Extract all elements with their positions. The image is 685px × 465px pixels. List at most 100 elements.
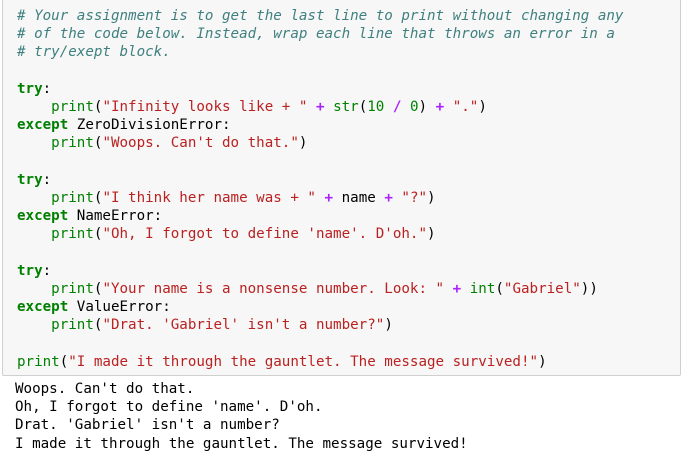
code-token: "?" — [401, 189, 428, 206]
output-line: Drat. 'Gabriel' isn't a number? — [15, 417, 280, 434]
code-line: # try/exept block. — [17, 43, 623, 61]
code-line: print("Drat. 'Gabriel' isn't a number?") — [17, 316, 623, 334]
code-token: "I think her name was + " — [102, 189, 316, 206]
code-token: )) — [580, 280, 598, 297]
code-token: try — [17, 80, 43, 97]
code-token: ) — [478, 98, 487, 115]
code-token: ) — [418, 98, 436, 115]
code-token: print — [17, 353, 60, 370]
code-line: print("I think her name was + " + name +… — [17, 189, 623, 207]
code-line: try: — [17, 171, 623, 189]
code-token: + — [384, 189, 393, 206]
code-token: print — [51, 135, 94, 152]
code-token: : — [42, 171, 52, 188]
code-editor[interactable]: # Your assignment is to get the last lin… — [17, 7, 623, 371]
code-token: ( — [358, 98, 368, 115]
code-token: 10 — [367, 98, 385, 115]
code-token: print — [51, 317, 94, 334]
cell-output: Woops. Can't do that. Oh, I forgot to def… — [15, 380, 468, 453]
code-line: print ( "Your name is a nonsense number. L… — [17, 280, 623, 298]
code-token: # of the code below. Instead, wrap each … — [17, 26, 615, 43]
code-line: print("Woops. Can't do that.") — [17, 134, 623, 152]
code-token: "Oh, I forgot to define 'name'. D'oh." — [102, 226, 428, 243]
code-token: except — [17, 208, 69, 225]
code-token: + — [435, 98, 445, 115]
code-token: "." — [452, 98, 479, 115]
code-token: + — [315, 98, 325, 115]
code-token: "Your name is a nonsense number. Look: " — [102, 280, 445, 297]
code-token: ) — [298, 135, 308, 152]
code-token: print — [51, 189, 94, 206]
code-line: except ValueError: — [17, 298, 623, 316]
code-token: try — [17, 171, 43, 188]
code-token: + — [452, 280, 462, 297]
output-line: Woops. Can't do that. — [15, 381, 195, 397]
code-line: try: — [17, 80, 623, 98]
code-token: ValueError — [76, 299, 163, 315]
code-token: # Your assignment is to get the last lin… — [17, 8, 624, 24]
code-token: : — [162, 299, 171, 315]
code-token: ZeroDivisionError — [76, 117, 223, 134]
code-line: print("Infinity looks like + " + str(10 … — [17, 98, 623, 116]
code-line: except NameError: — [17, 207, 623, 225]
code-token: : — [42, 262, 52, 279]
code-token: "Gabriel" — [503, 280, 581, 297]
code-token: try — [17, 262, 43, 279]
code-token: except — [17, 299, 69, 315]
output-line: I made it through the gauntlet. The mess… — [15, 435, 468, 452]
code-token: int — [469, 280, 496, 297]
code-token: print — [51, 226, 94, 243]
code-token: ) — [384, 317, 393, 334]
code-token: # try/exept block. — [17, 44, 171, 61]
code-input-cell[interactable]: # Your assignment is to get the last lin… — [2, 0, 681, 376]
code-token: 0 — [409, 98, 419, 115]
code-line: print("Oh, I forgot to define 'name'. D'… — [17, 225, 623, 243]
code-token: : — [153, 208, 163, 225]
code-line: try: — [17, 262, 623, 280]
code-token: "I made it through the gauntlet. The mes… — [68, 353, 539, 370]
code-line: except ZeroDivisionError: — [17, 116, 623, 134]
code-token: except — [17, 117, 69, 134]
code-token: "Woops. Can't do that." — [102, 135, 299, 152]
code-token: ) — [538, 353, 547, 370]
code-token: ) — [427, 189, 436, 206]
code-token: name — [333, 189, 385, 206]
code-line: # of the code below. Instead, wrap each … — [17, 25, 623, 43]
code-token: print — [51, 280, 94, 297]
code-token: ( — [495, 280, 504, 297]
code-token: NameError — [76, 208, 154, 225]
output-line: Oh, I forgot to define 'name'. D'oh. — [15, 399, 323, 416]
code-token: "Infinity looks like + " — [102, 98, 308, 115]
code-token: print — [51, 98, 94, 115]
code-token: + — [324, 189, 334, 206]
code-token: : — [222, 117, 231, 134]
code-token: "Drat. 'Gabriel' isn't a number?" — [102, 317, 385, 334]
code-line: # Your assignment is to get the last lin… — [17, 7, 623, 25]
code-token: str — [333, 98, 359, 115]
code-token: ( — [59, 353, 69, 370]
code-token: ) — [427, 226, 436, 243]
code-token: : — [42, 80, 52, 97]
code-line: print("I made it through the gauntlet. T… — [17, 353, 623, 371]
